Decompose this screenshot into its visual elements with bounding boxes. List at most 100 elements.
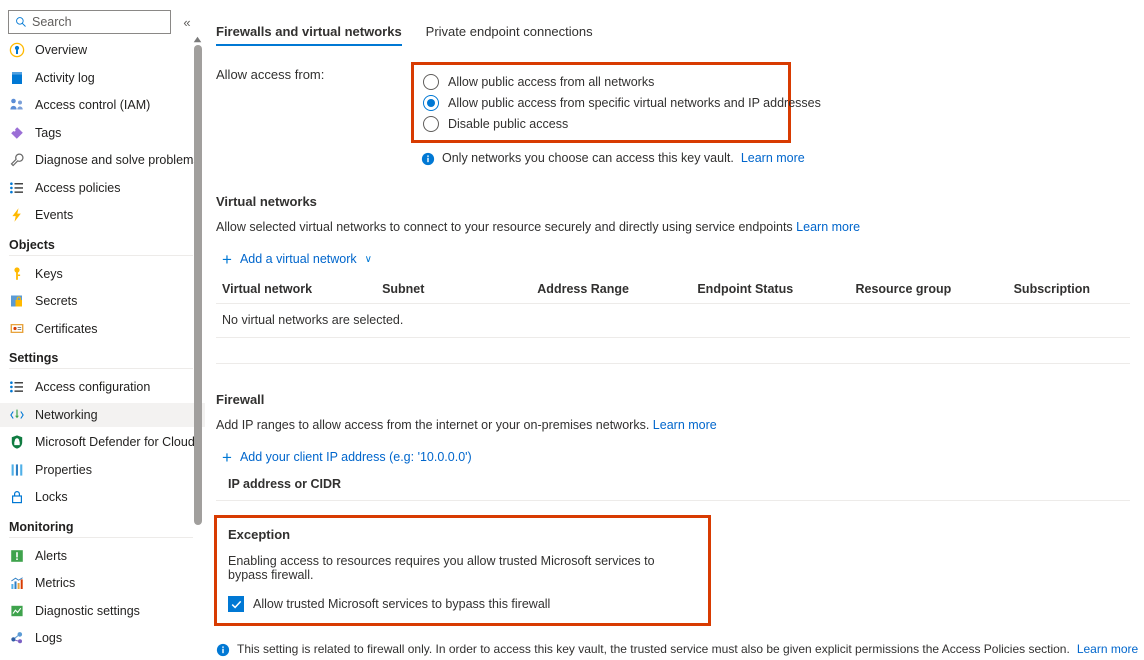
exception-title: Exception xyxy=(228,527,697,542)
sidebar-item-label: Access control (IAM) xyxy=(35,98,150,112)
virtual-networks-spacer-row xyxy=(216,338,1130,364)
sidebar-item-label: Alerts xyxy=(35,549,67,563)
metrics-icon xyxy=(9,575,25,591)
virtual-networks-description: Allow selected virtual networks to conne… xyxy=(216,220,1144,234)
collapse-sidebar-button[interactable]: « xyxy=(177,12,197,32)
exception-description: Enabling access to resources requires yo… xyxy=(228,554,697,582)
column-header: Endpoint Status xyxy=(697,282,855,296)
sidebar-item-diagnostic-settings[interactable]: Diagnostic settings xyxy=(0,599,205,623)
radio-icon-checked[interactable] xyxy=(423,95,439,111)
virtual-networks-table-header: Virtual network Subnet Address Range End… xyxy=(216,282,1130,304)
radio-label: Disable public access xyxy=(448,117,568,131)
sidebar-scrollbar[interactable] xyxy=(192,36,203,536)
scroll-up-arrow-icon[interactable] xyxy=(193,36,202,43)
tab-private-endpoint-connections[interactable]: Private endpoint connections xyxy=(426,24,593,46)
sidebar-item-label: Keys xyxy=(35,267,63,281)
sidebar-group-settings: Settings xyxy=(0,344,205,368)
info-icon xyxy=(216,643,230,657)
access-info-learn-more-link[interactable]: Learn more xyxy=(741,151,805,165)
checkmark-icon xyxy=(231,599,242,610)
wrench-icon xyxy=(9,152,25,168)
radio-disable-public-access[interactable]: Disable public access xyxy=(423,113,781,134)
add-virtual-network-button[interactable]: + Add a virtual network ∨ xyxy=(216,248,1144,270)
allow-access-row: Allow access from: Allow public access f… xyxy=(206,62,1144,143)
sidebar-item-networking[interactable]: Networking xyxy=(0,403,205,427)
sidebar-item-label: Properties xyxy=(35,463,92,477)
add-virtual-network-label: Add a virtual network xyxy=(240,252,357,266)
sidebar-divider xyxy=(9,255,193,256)
sidebar-item-keys[interactable]: Keys xyxy=(0,262,205,286)
column-header: Resource group xyxy=(855,282,1013,296)
sidebar-item-label: Overview xyxy=(35,43,87,57)
azure-portal-networking-page: Search « Overview Activity log xyxy=(0,0,1144,660)
allow-trusted-services-checkbox-row[interactable]: Allow trusted Microsoft services to bypa… xyxy=(228,596,697,612)
firewall-learn-more-link[interactable]: Learn more xyxy=(653,418,717,432)
firewall-bottom-info-text: This setting is related to firewall only… xyxy=(237,642,1070,656)
radio-icon[interactable] xyxy=(423,116,439,132)
firewall-description-text: Add IP ranges to allow access from the i… xyxy=(216,418,649,432)
firewall-description: Add IP ranges to allow access from the i… xyxy=(216,418,1144,432)
sidebar-item-certificates[interactable]: Certificates xyxy=(0,317,205,341)
chevron-down-icon[interactable]: ∨ xyxy=(365,254,372,265)
checkbox-icon-checked[interactable] xyxy=(228,596,244,612)
sidebar-divider xyxy=(9,368,193,369)
overview-icon xyxy=(9,42,25,58)
sidebar-item-secrets[interactable]: Secrets xyxy=(0,289,205,313)
info-icon xyxy=(421,152,435,166)
sidebar-item-diagnose[interactable]: Diagnose and solve problems xyxy=(0,148,205,172)
lock-icon xyxy=(9,489,25,505)
sidebar-search-row: Search « xyxy=(0,0,205,38)
radio-label: Allow public access from specific virtua… xyxy=(448,96,821,110)
virtual-networks-title: Virtual networks xyxy=(216,194,1144,209)
sidebar-item-microsoft-defender-for-cloud[interactable]: Microsoft Defender for Cloud xyxy=(0,430,205,454)
sidebar-item-access-control[interactable]: Access control (IAM) xyxy=(0,93,205,117)
column-header: Subscription xyxy=(1014,282,1130,296)
tab-firewalls-and-virtual-networks[interactable]: Firewalls and virtual networks xyxy=(216,24,402,46)
column-header: Virtual network xyxy=(222,282,382,296)
sidebar-item-access-policies[interactable]: Access policies xyxy=(0,176,205,200)
firewall-bottom-info-learn-more-link[interactable]: Learn more xyxy=(1077,642,1138,656)
access-info-message: Only networks you choose can access this… xyxy=(421,151,1144,166)
virtual-networks-section: Virtual networks Allow selected virtual … xyxy=(206,194,1144,364)
sidebar-item-metrics[interactable]: Metrics xyxy=(0,571,205,595)
plus-icon: + xyxy=(222,449,232,466)
search-icon xyxy=(15,16,27,28)
sidebar-item-label: Tags xyxy=(35,126,61,140)
firewall-section: Firewall Add IP ranges to allow access f… xyxy=(206,392,1144,626)
certificate-icon xyxy=(9,321,25,337)
sidebar-group-objects: Objects xyxy=(0,231,205,255)
sidebar-item-label: Locks xyxy=(35,490,68,504)
tab-bar: Firewalls and virtual networks Private e… xyxy=(206,0,1144,46)
sidebar-item-properties[interactable]: Properties xyxy=(0,458,205,482)
sidebar-item-label: Logs xyxy=(35,631,62,645)
sidebar-item-overview[interactable]: Overview xyxy=(0,38,205,62)
virtual-networks-learn-more-link[interactable]: Learn more xyxy=(796,220,860,234)
sidebar-divider xyxy=(9,537,193,538)
sidebar: Search « Overview Activity log xyxy=(0,0,206,660)
access-policies-icon xyxy=(9,180,25,196)
tags-icon xyxy=(9,125,25,141)
diagnostic-settings-icon xyxy=(9,603,25,619)
sidebar-item-locks[interactable]: Locks xyxy=(0,485,205,509)
radio-allow-all-networks[interactable]: Allow public access from all networks xyxy=(423,71,781,92)
sidebar-item-access-configuration[interactable]: Access configuration xyxy=(0,375,205,399)
column-header: Address Range xyxy=(537,282,697,296)
access-configuration-icon xyxy=(9,379,25,395)
add-client-ip-label: Add your client IP address (e.g: '10.0.0… xyxy=(240,450,472,464)
sidebar-item-tags[interactable]: Tags xyxy=(0,121,205,145)
sidebar-item-logs[interactable]: Logs xyxy=(0,626,205,650)
allow-trusted-services-label: Allow trusted Microsoft services to bypa… xyxy=(253,597,550,611)
sidebar-item-alerts[interactable]: Alerts xyxy=(0,544,205,568)
add-client-ip-button[interactable]: + Add your client IP address (e.g: '10.0… xyxy=(216,446,1144,468)
radio-allow-specific-networks[interactable]: Allow public access from specific virtua… xyxy=(423,92,781,113)
sidebar-item-activity-log[interactable]: Activity log xyxy=(0,66,205,90)
logs-icon xyxy=(9,630,25,646)
firewall-column-header: IP address or CIDR xyxy=(216,468,1130,501)
search-input[interactable]: Search xyxy=(8,10,171,34)
virtual-networks-description-text: Allow selected virtual networks to conne… xyxy=(216,220,793,234)
sidebar-scrollbar-thumb[interactable] xyxy=(194,45,202,525)
activity-log-icon xyxy=(9,70,25,86)
sidebar-item-insights[interactable]: Insights xyxy=(0,654,205,660)
sidebar-item-events[interactable]: Events xyxy=(0,203,205,227)
radio-icon[interactable] xyxy=(423,74,439,90)
